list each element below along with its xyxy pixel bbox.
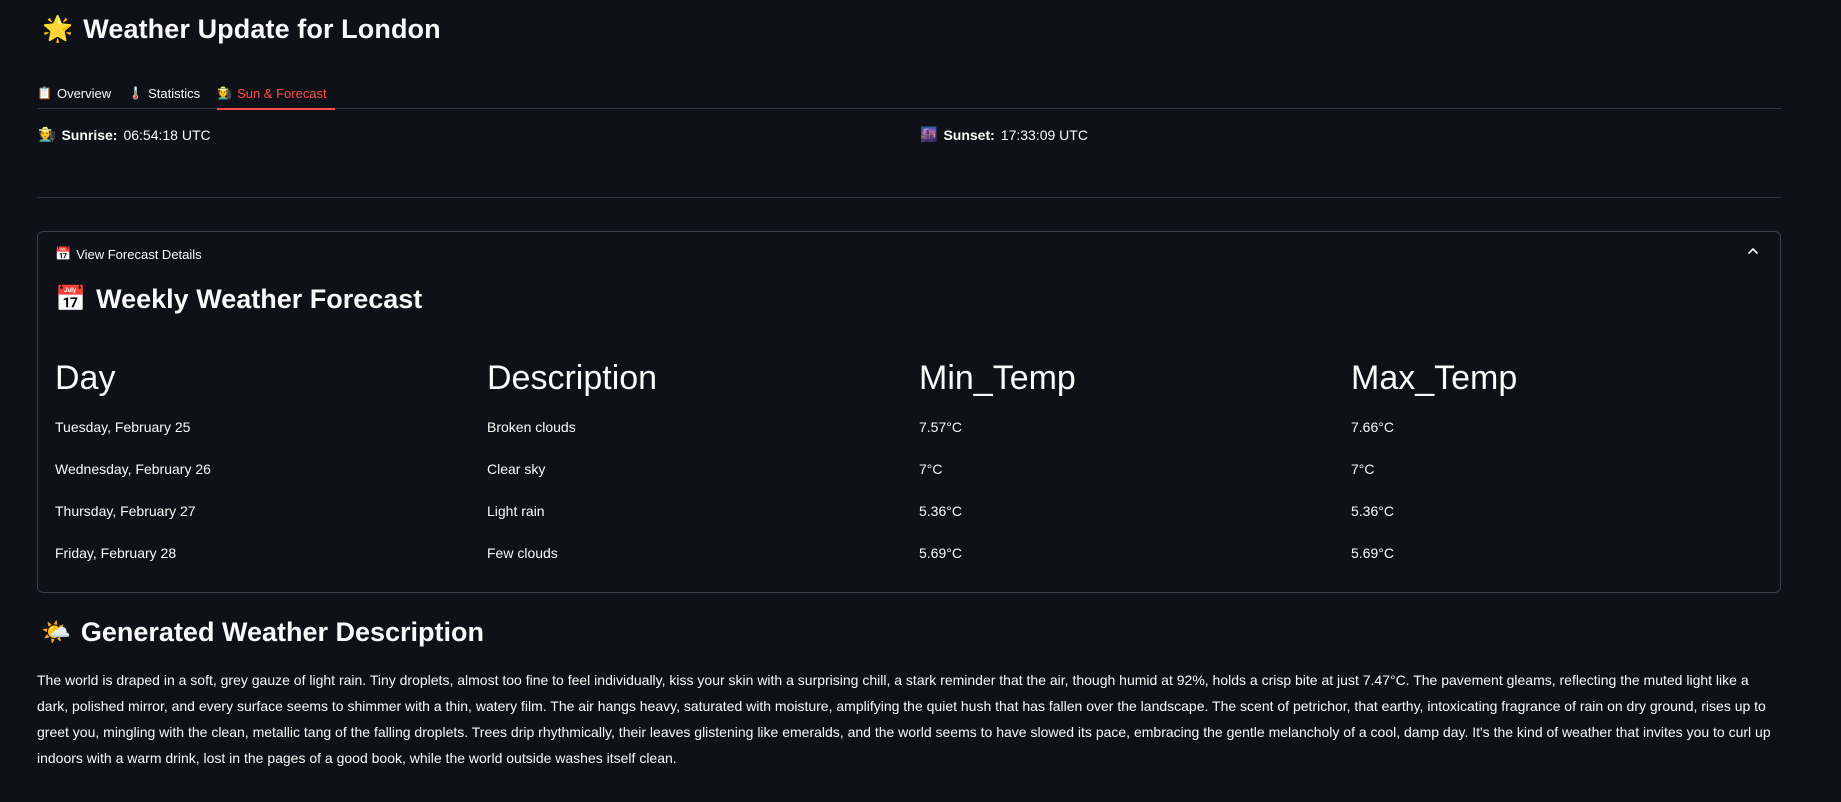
cell-day: Tuesday, February 25 — [55, 419, 191, 435]
expander-header[interactable]: 📅 View Forecast Details — [55, 246, 202, 262]
column-header: Min_Temp — [919, 358, 1076, 397]
clipboard-icon: 📋 — [37, 86, 52, 100]
table-row: Friday, February 28 Few clouds 5.69°C 5.… — [55, 532, 1783, 574]
app-page: 🌟 Weather Update for London 📋 Overview 🌡… — [0, 0, 1841, 802]
tab-overview[interactable]: 📋 Overview — [37, 77, 119, 109]
tab-sun-forecast-label: Sun & Forecast — [237, 85, 327, 101]
cell-day: Thursday, February 27 — [55, 503, 196, 519]
cell-description: Broken clouds — [487, 419, 576, 435]
tab-bar: 📋 Overview 🌡️ Statistics 🧑‍🌾 Sun & Forec… — [37, 77, 1781, 110]
sunset-icon: 🌆 — [920, 126, 938, 142]
sunrise-info: 🧑‍🌾 Sunrise: 06:54:18 UTC — [38, 126, 211, 143]
sunrise-value: 06:54:18 UTC — [123, 126, 211, 143]
cell-min-temp: 7.57°C — [919, 419, 962, 435]
cell-description: Light rain — [487, 503, 545, 519]
sunset-label: Sunset: — [943, 126, 995, 143]
cell-min-temp: 5.36°C — [919, 503, 962, 519]
cell-max-temp: 7°C — [1351, 461, 1375, 477]
page-title-text: Weather Update for London — [83, 14, 441, 44]
table-row: Thursday, February 27 Light rain 5.36°C … — [55, 490, 1783, 532]
divider — [37, 197, 1781, 198]
table-row: Tuesday, February 25 Broken clouds 7.57°… — [55, 406, 1783, 448]
forecast-expander: 📅 View Forecast Details 📅 Weekly Weather… — [37, 231, 1781, 593]
cell-max-temp: 5.36°C — [1351, 503, 1394, 519]
cell-day: Friday, February 28 — [55, 545, 177, 561]
thermometer-icon: 🌡️ — [128, 86, 144, 100]
forecast-title: 📅 Weekly Weather Forecast — [55, 284, 422, 315]
forecast-title-text: Weekly Weather Forecast — [96, 284, 423, 314]
cell-day: Wednesday, February 26 — [55, 461, 211, 477]
column-header: Day — [55, 358, 116, 397]
sunrise-label: Sunrise: — [61, 126, 118, 143]
sun-times: 🧑‍🌾 Sunrise: 06:54:18 UTC 🌆 Sunset: 17:3… — [38, 126, 1782, 150]
calendar-icon: 📅 — [55, 285, 87, 313]
forecast-table: Day Description Min_Temp Max_Temp Tuesda… — [55, 350, 1783, 574]
expander-label: View Forecast Details — [76, 246, 202, 262]
person-sun-icon: 🧑‍🌾 — [217, 86, 233, 100]
table-header-row: Day Description Min_Temp Max_Temp — [55, 350, 1783, 406]
cell-max-temp: 7.66°C — [1351, 419, 1394, 435]
tab-statistics-label: Statistics — [148, 85, 201, 101]
cell-description: Few clouds — [487, 545, 558, 561]
cell-max-temp: 5.69°C — [1351, 545, 1394, 561]
table-row: Wednesday, February 26 Clear sky 7°C 7°C — [55, 448, 1783, 490]
column-header: Description — [487, 358, 658, 397]
cell-min-temp: 5.69°C — [919, 545, 962, 561]
calendar-icon: 📅 — [55, 246, 72, 261]
generated-description-text: The world is draped in a soft, grey gauz… — [37, 672, 1771, 766]
sunrise-icon: 🧑‍🌾 — [38, 126, 56, 142]
sun-cloud-icon: 🌤️ — [41, 619, 71, 646]
tab-overview-label: Overview — [56, 85, 112, 101]
sunset-info: 🌆 Sunset: 17:33:09 UTC — [920, 126, 1088, 143]
column-header: Max_Temp — [1351, 358, 1518, 397]
sunset-value: 17:33:09 UTC — [1000, 126, 1088, 143]
cell-min-temp: 7°C — [919, 461, 943, 477]
generated-title-text: Generated Weather Description — [80, 617, 485, 647]
tab-sun-forecast[interactable]: 🧑‍🌾 Sun & Forecast — [217, 77, 335, 110]
star-icon: 🌟 — [42, 15, 74, 43]
chevron-up-icon[interactable] — [1746, 244, 1760, 258]
page-title: 🌟 Weather Update for London — [42, 14, 441, 45]
generated-description-title: 🌤️ Generated Weather Description — [41, 617, 484, 648]
tab-statistics[interactable]: 🌡️ Statistics — [128, 77, 208, 109]
cell-description: Clear sky — [487, 461, 546, 477]
